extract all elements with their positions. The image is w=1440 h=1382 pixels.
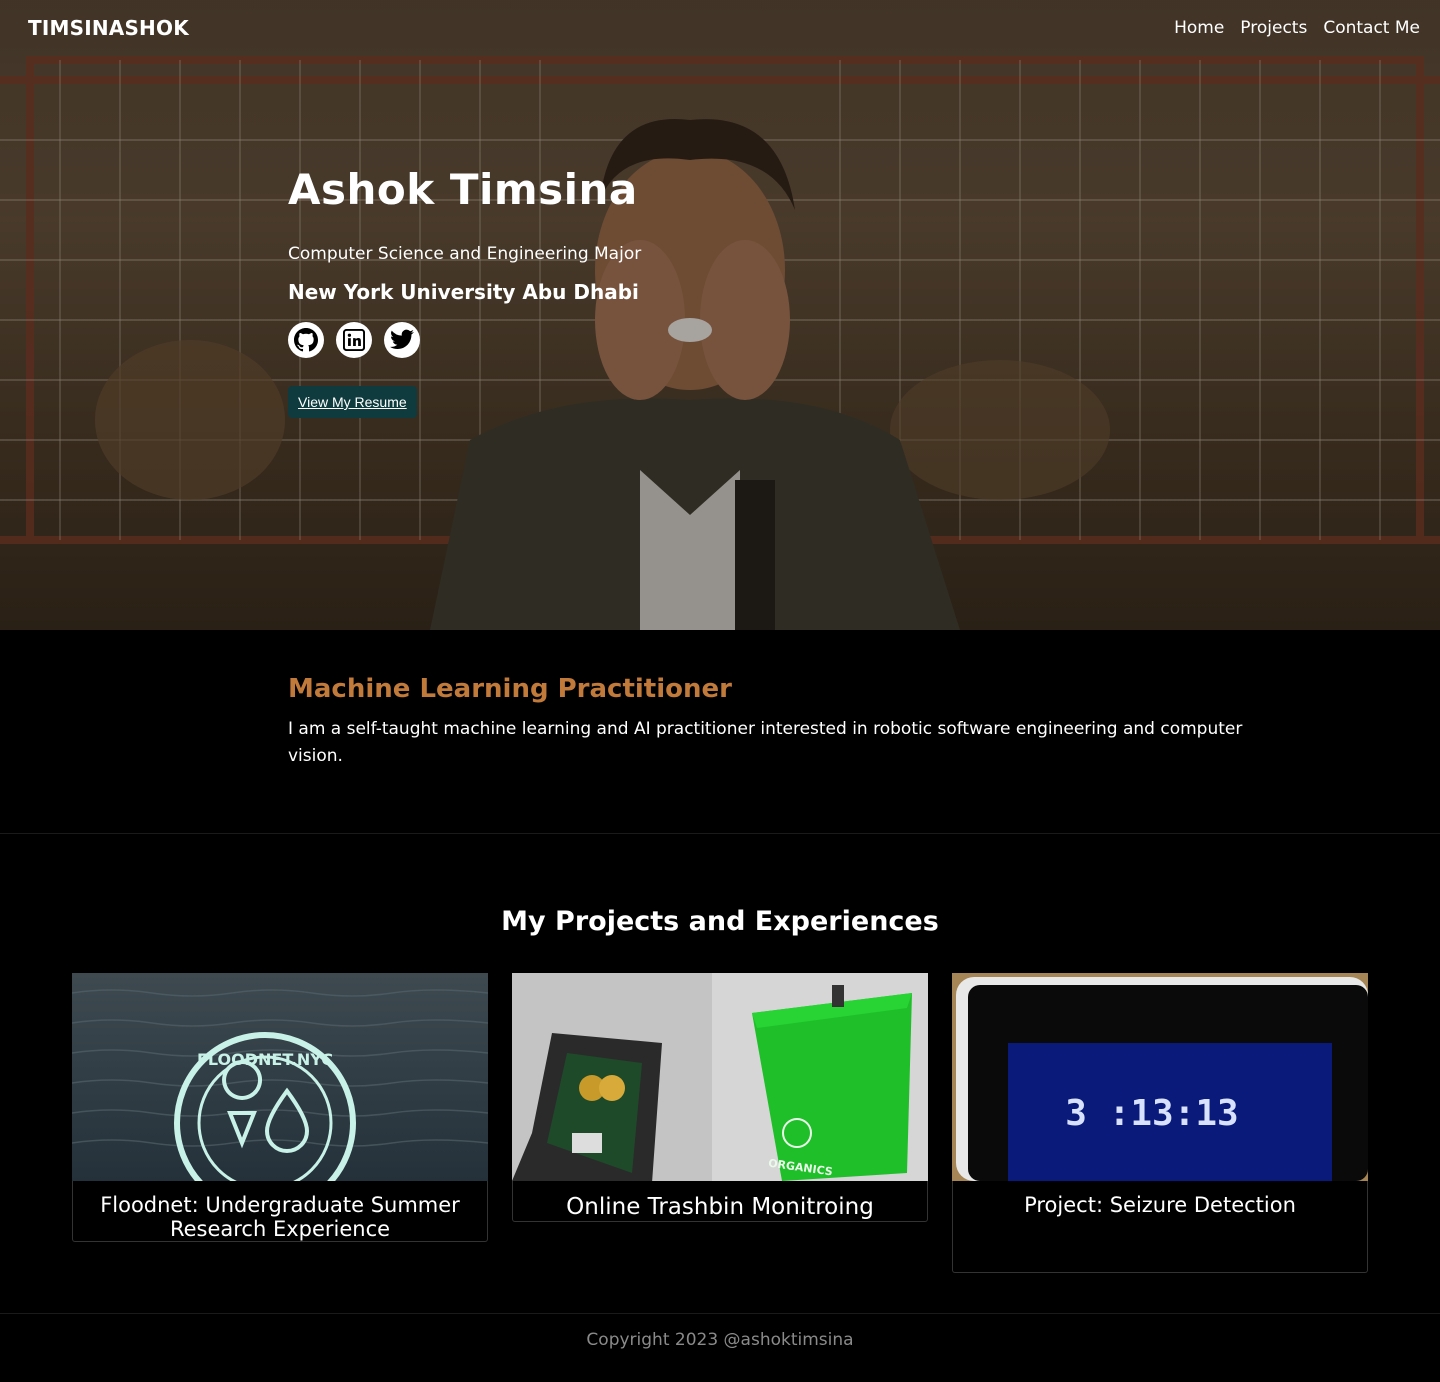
card-body: Project: Seizure Detection <box>952 1181 1368 1273</box>
hero-background-photo <box>0 0 1440 630</box>
project-title: Project: Seizure Detection <box>1024 1193 1296 1217</box>
about-heading: Machine Learning Practitioner <box>288 674 732 704</box>
twitter-icon[interactable] <box>384 322 420 358</box>
footer: Copyright 2023 @ashoktimsina <box>0 1314 1440 1350</box>
social-links <box>288 322 641 358</box>
copyright-text: Copyright 2023 @ashoktimsina <box>586 1330 854 1350</box>
hero-section: TIMSINASHOK Home Projects Contact Me Ash… <box>0 0 1440 630</box>
seizure-image: 3 :13:13 <box>952 973 1368 1181</box>
card-body: Online Trashbin Monitroing <box>512 1181 928 1222</box>
projects-heading: My Projects and Experiences <box>501 906 939 937</box>
nav-link-contact[interactable]: Contact Me <box>1323 18 1420 38</box>
hero-name: Ashok Timsina <box>288 165 638 214</box>
nav-link-home[interactable]: Home <box>1174 18 1224 38</box>
about-text: I am a self-taught machine learning and … <box>288 719 1243 766</box>
project-title: Online Trashbin Monitroing <box>566 1194 874 1220</box>
projects-section: My Projects and Experiences FLOODNET.NYC… <box>0 834 1440 1314</box>
brand-logo[interactable]: TIMSINASHOK <box>28 16 189 40</box>
about-section: Machine Learning Practitioner I am a sel… <box>0 630 1440 834</box>
project-cards: FLOODNET.NYC Floodnet: Undergraduate Sum… <box>72 973 1368 1273</box>
card-body: Floodnet: Undergraduate Summer Research … <box>72 1181 488 1242</box>
linkedin-icon[interactable] <box>336 322 372 358</box>
clock-display: 3 :13:13 <box>1065 1093 1238 1134</box>
project-title: Floodnet: Undergraduate Summer Research … <box>100 1193 460 1241</box>
project-card-seizure[interactable]: 3 :13:13 Project: Seizure Detection <box>952 973 1368 1273</box>
github-icon[interactable] <box>288 322 324 358</box>
trashbin-image: ORGANICS <box>512 973 928 1181</box>
top-navbar: TIMSINASHOK Home Projects Contact Me <box>0 0 1440 56</box>
floodnet-logo-text: FLOODNET.NYC <box>197 1050 333 1069</box>
project-card-trashbin[interactable]: ORGANICS Online Trashbin Monitroing <box>512 973 928 1273</box>
hero-content: Ashok Timsina Computer Science and Engin… <box>288 165 641 418</box>
project-card-floodnet[interactable]: FLOODNET.NYC Floodnet: Undergraduate Sum… <box>72 973 488 1273</box>
nav-link-projects[interactable]: Projects <box>1240 18 1307 38</box>
view-resume-button[interactable]: View My Resume <box>288 386 417 418</box>
floodnet-image: FLOODNET.NYC <box>72 973 488 1181</box>
nav-links: Home Projects Contact Me <box>1174 18 1420 38</box>
hero-subtitle: Computer Science and Engineering Major <box>288 244 642 264</box>
hero-school: New York University Abu Dhabi <box>288 280 639 304</box>
